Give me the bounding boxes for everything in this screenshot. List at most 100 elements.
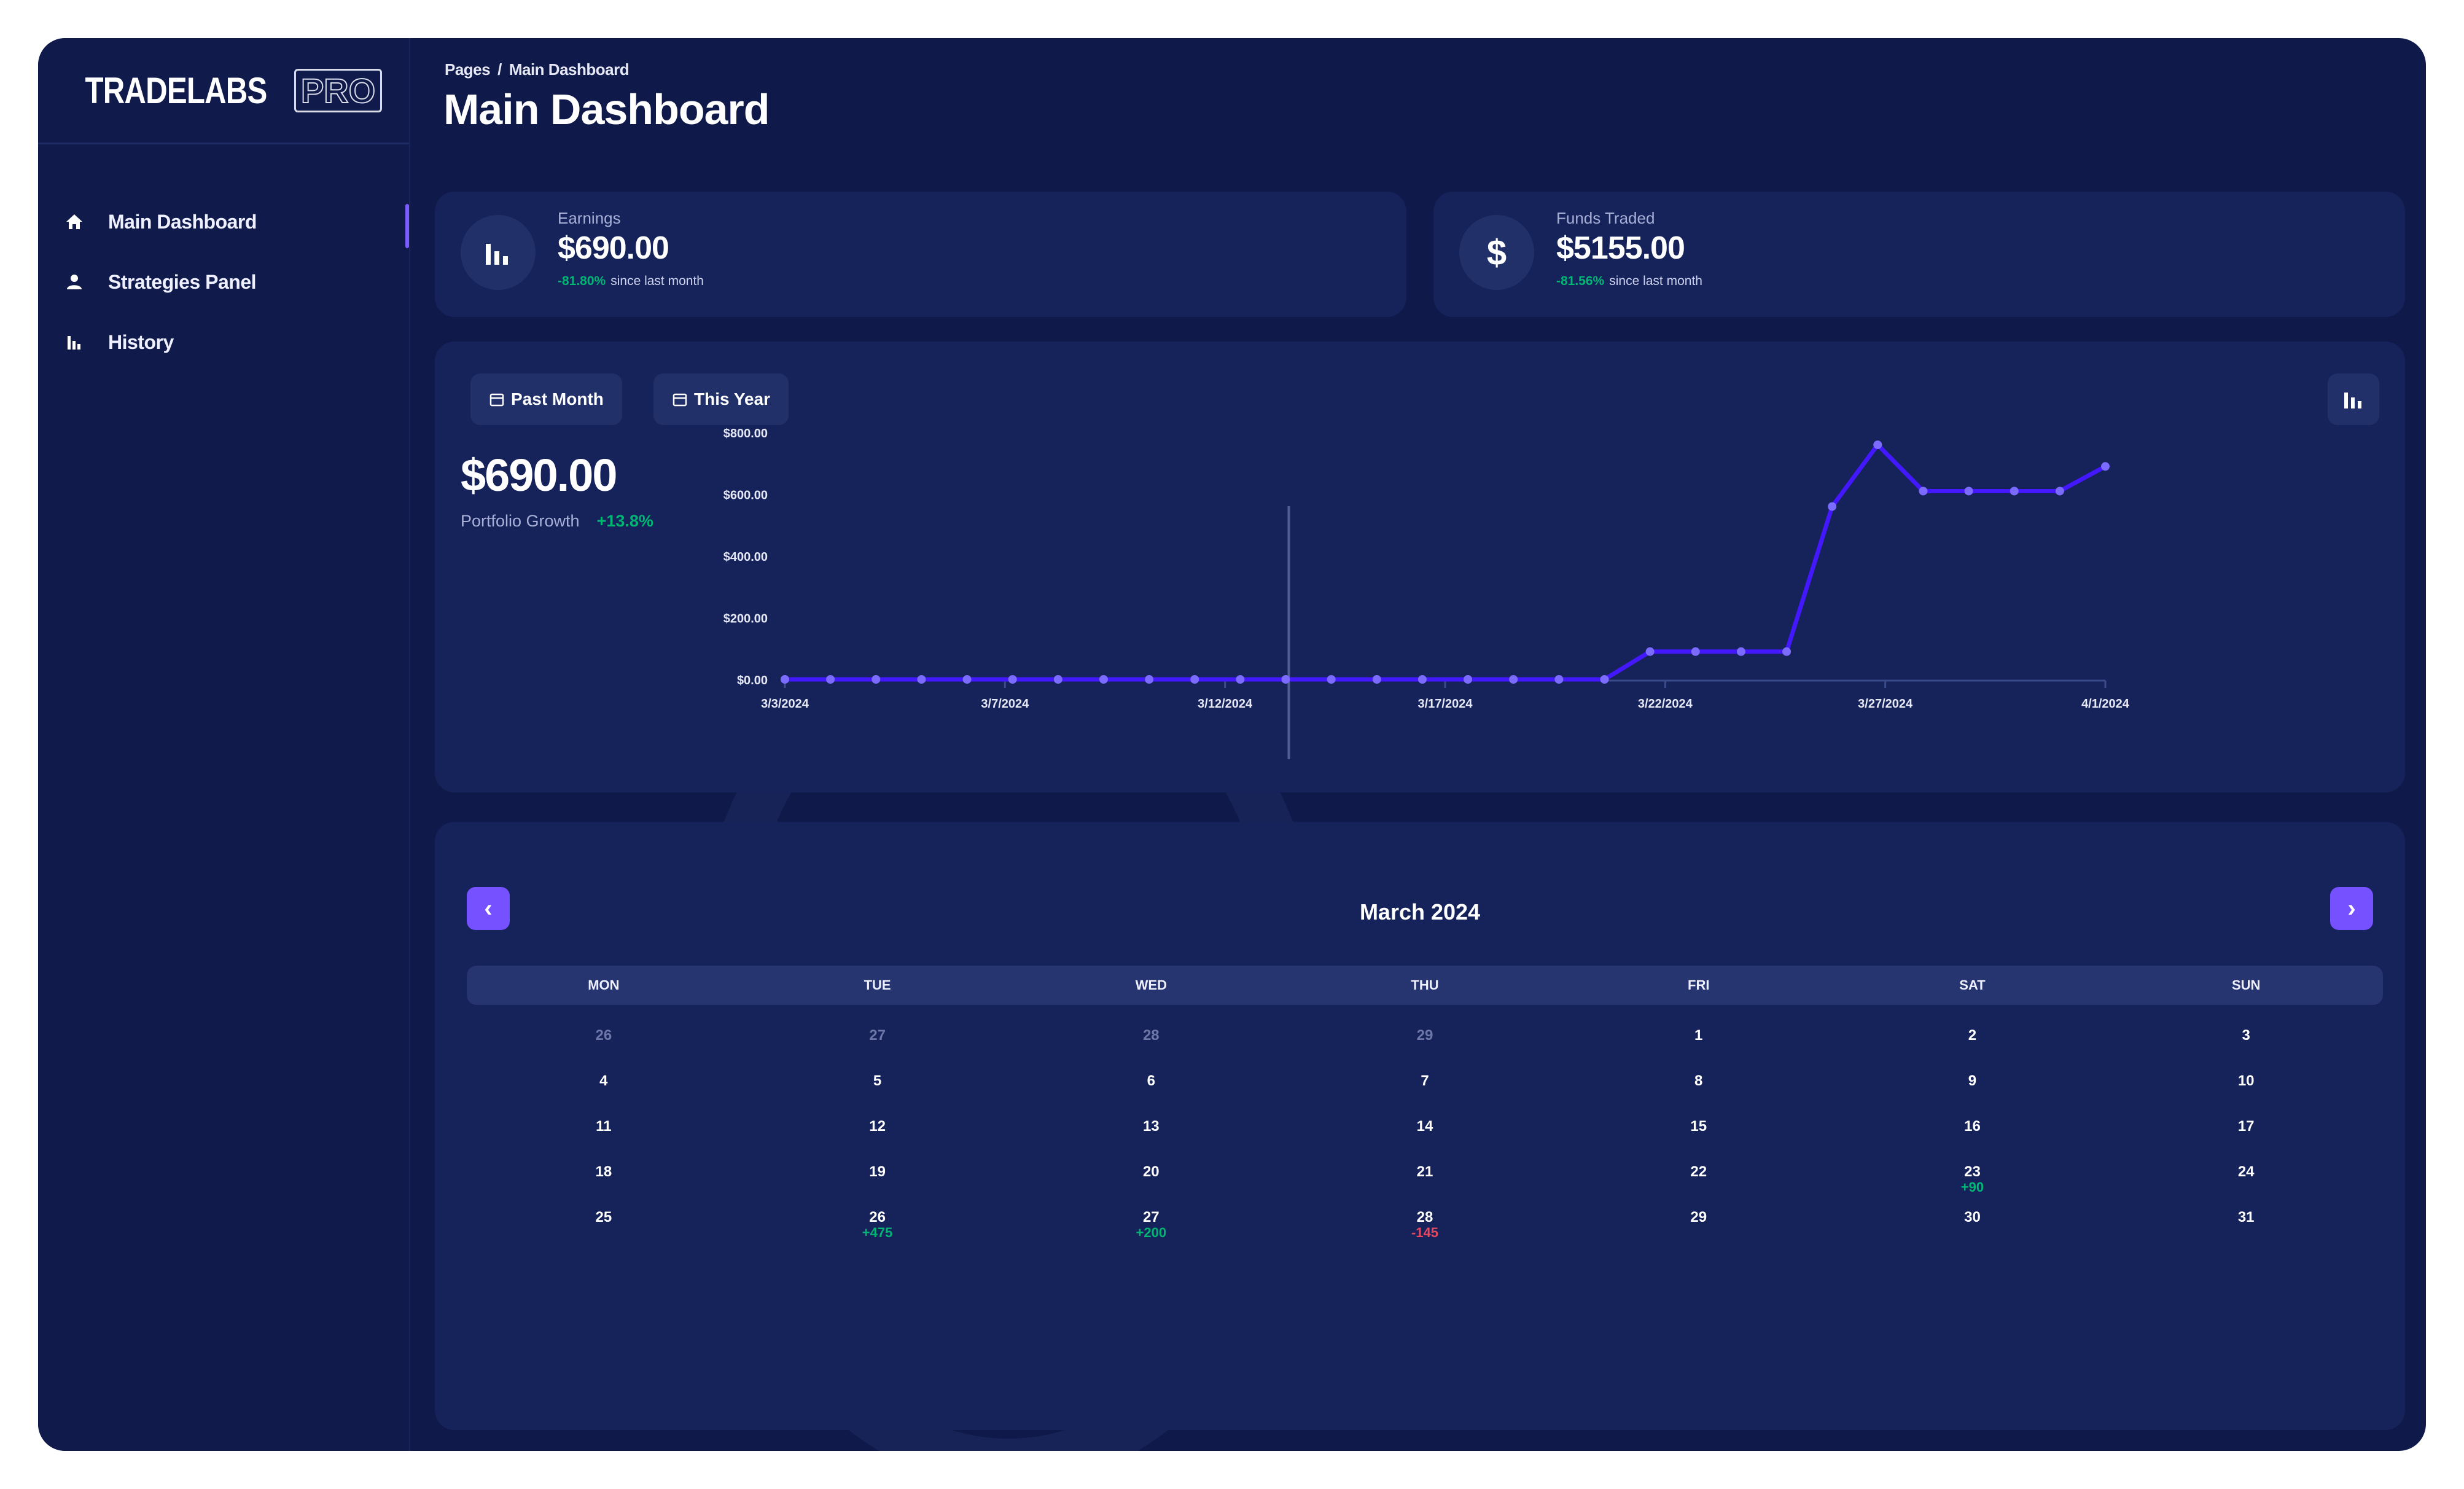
portfolio-growth-label: Portfolio Growth	[461, 512, 580, 530]
calendar-day-cell[interactable]: 4	[467, 1064, 741, 1109]
calendar-next-button[interactable]: ›	[2330, 887, 2373, 930]
calendar-day-cell[interactable]: 6	[1014, 1064, 1288, 1109]
calendar-day-cell[interactable]: 12	[741, 1109, 1015, 1155]
calendar-day-cell[interactable]: 24	[2109, 1155, 2383, 1200]
calendar-day-number: 27	[869, 1027, 886, 1044]
calendar-day-number: 9	[1968, 1073, 1977, 1089]
calendar-day-cell[interactable]: 16	[1836, 1109, 2110, 1155]
sidebar-item-main-dashboard[interactable]: Main Dashboard	[38, 192, 409, 252]
stat-change-percent: -81.56%	[1556, 274, 1605, 288]
sidebar-item-history[interactable]: History	[38, 312, 409, 372]
calendar-grid: 26 27 28 29 1 2 3 4 5 6 7 8 9 10 11 12 13 14 15 16 17 18 19 20 2…	[467, 1018, 2383, 1246]
filter-label: Past Month	[511, 389, 604, 408]
calendar-day-number: 2	[1968, 1027, 1977, 1044]
calendar-day-cell[interactable]: 2	[1836, 1018, 2110, 1064]
calendar-day-cell[interactable]: 5	[741, 1064, 1015, 1109]
calendar-day-number: 12	[869, 1118, 886, 1135]
breadcrumb-root[interactable]: Pages	[445, 60, 491, 79]
portfolio-growth: Portfolio Growth +13.8%	[461, 512, 653, 531]
stat-label: Earnings	[558, 209, 621, 227]
calendar-day-cell[interactable]: 15	[1562, 1109, 1836, 1155]
calendar-day-cell[interactable]: 22	[1562, 1155, 1836, 1200]
data-point	[1964, 487, 1973, 496]
chart-type-button[interactable]	[2328, 373, 2379, 425]
calendar-day-cell[interactable]: 9	[1836, 1064, 2110, 1109]
data-point	[1782, 647, 1791, 656]
calendar-day-cell[interactable]: 11	[467, 1109, 741, 1155]
calendar-day-number: 22	[1690, 1163, 1707, 1180]
weekday-label: MON	[588, 977, 620, 993]
portfolio-chart-card: Past Month This Year $690.00 Portfolio G…	[435, 342, 2405, 792]
calendar-card: ‹ March 2024 › MON TUE WED THU FRI SAT S…	[435, 822, 2405, 1430]
data-point	[1736, 647, 1745, 656]
data-point	[1645, 647, 1655, 656]
calendar-day-cell[interactable]: 26 +475	[741, 1200, 1015, 1246]
y-tick-label: $600.00	[723, 489, 768, 502]
calendar-day-number: 8	[1694, 1073, 1703, 1089]
calendar-day-cell[interactable]: 10	[2109, 1064, 2383, 1109]
chevron-right-icon: ›	[2347, 894, 2356, 922]
data-point	[1691, 647, 1700, 656]
calendar-day-cell[interactable]: 7	[1288, 1064, 1562, 1109]
home-icon	[61, 209, 87, 235]
calendar-day-number: 21	[1416, 1163, 1433, 1180]
calendar-day-cell[interactable]: 28	[1014, 1018, 1288, 1064]
data-point	[1099, 675, 1108, 684]
calendar-day-cell[interactable]: 31	[2109, 1200, 2383, 1246]
calendar-day-cell[interactable]: 19	[741, 1155, 1015, 1200]
calendar-day-number: 27	[1142, 1209, 1160, 1225]
filter-past-month[interactable]: Past Month	[470, 373, 622, 425]
breadcrumb-current: Main Dashboard	[509, 60, 630, 79]
sidebar-item-strategies-panel[interactable]: Strategies Panel	[38, 252, 409, 312]
calendar-day-cell[interactable]: 29	[1562, 1200, 1836, 1246]
calendar-day-cell[interactable]: 21	[1288, 1155, 1562, 1200]
logo-badge: PRO	[294, 68, 383, 112]
calendar-day-number: 26	[869, 1209, 886, 1225]
data-point	[1919, 487, 1928, 496]
sidebar-nav: Main Dashboard Strategies Panel History	[38, 192, 409, 372]
calendar-day-cell[interactable]: 17	[2109, 1109, 2383, 1155]
calendar-day-cell[interactable]: 25	[467, 1200, 741, 1246]
x-tick-label: 3/12/2024	[1198, 697, 1253, 711]
calendar-day-cell[interactable]: 27 +200	[1014, 1200, 1288, 1246]
calendar-day-number: 24	[2237, 1163, 2255, 1180]
data-point	[2055, 487, 2064, 496]
calendar-day-cell[interactable]: 3	[2109, 1018, 2383, 1064]
calendar-day-number: 3	[2242, 1027, 2250, 1044]
calendar-day-cell[interactable]: 27	[741, 1018, 1015, 1064]
calendar-day-cell[interactable]: 26	[467, 1018, 741, 1064]
data-point	[1873, 440, 1882, 450]
stat-change: -81.56% since last month	[1556, 274, 1702, 289]
calendar-day-pnl: +200	[1136, 1225, 1167, 1240]
data-point	[1145, 675, 1154, 684]
data-point	[1600, 675, 1609, 684]
calendar-day-cell[interactable]: 28 -145	[1288, 1200, 1562, 1246]
calendar-day-cell[interactable]: 13	[1014, 1109, 1288, 1155]
data-point	[917, 675, 926, 684]
calendar-day-number: 16	[1964, 1118, 1981, 1135]
calendar-month-label: March 2024	[1359, 899, 1481, 924]
calendar-day-cell[interactable]: 8	[1562, 1064, 1836, 1109]
calendar-day-cell[interactable]: 1	[1562, 1018, 1836, 1064]
data-point	[1417, 675, 1427, 684]
calendar-day-cell[interactable]: 20	[1014, 1155, 1288, 1200]
calendar-day-number: 28	[1416, 1209, 1433, 1225]
sidebar-item-label: Main Dashboard	[108, 210, 257, 233]
calendar-day-number: 31	[2237, 1209, 2255, 1225]
calendar-day-number: 29	[1690, 1209, 1707, 1225]
data-point	[1464, 675, 1473, 684]
calendar-day-number: 19	[869, 1163, 886, 1180]
data-point	[1281, 675, 1290, 684]
calendar-day-cell[interactable]: 14	[1288, 1109, 1562, 1155]
calendar-day-cell[interactable]: 18	[467, 1155, 741, 1200]
calendar-day-number: 6	[1147, 1073, 1155, 1089]
calendar-day-pnl: +90	[1960, 1179, 1984, 1195]
data-point	[1327, 675, 1336, 684]
calendar-day-cell[interactable]: 30	[1836, 1200, 2110, 1246]
earnings-card: Earnings $690.00 -81.80% since last month	[435, 192, 1406, 317]
calendar-day-cell[interactable]: 23 +90	[1836, 1155, 2110, 1200]
x-tick-label: 3/22/2024	[1638, 697, 1693, 711]
stat-change-note: since last month	[610, 274, 704, 288]
calendar-day-cell[interactable]: 29	[1288, 1018, 1562, 1064]
calendar-day-number: 14	[1416, 1118, 1433, 1135]
